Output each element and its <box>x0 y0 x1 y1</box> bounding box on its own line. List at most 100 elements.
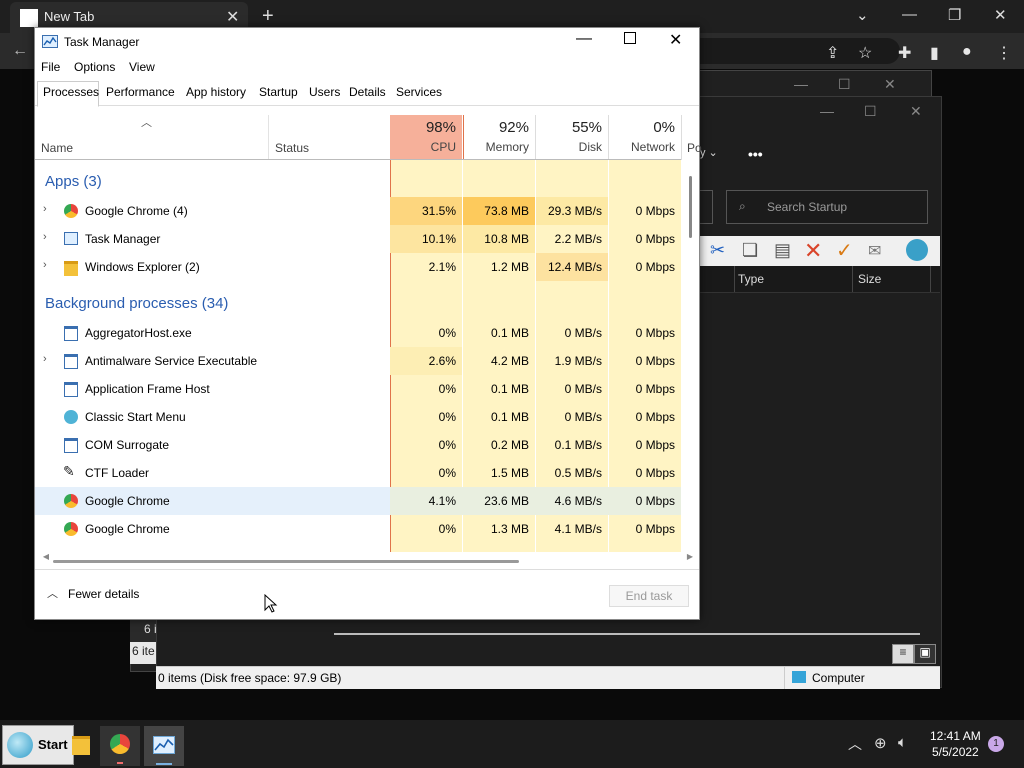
process-row-selected[interactable]: Google Chrome 4.1% 23.6 MB 4.6 MB/s 0 Mb… <box>35 487 681 515</box>
more-options-icon[interactable]: ••• <box>748 146 763 162</box>
end-task-button[interactable]: End task <box>609 585 689 607</box>
tab-search-icon[interactable]: ⌄ <box>856 6 869 24</box>
browser-restore-button[interactable]: ❐ <box>948 6 961 24</box>
tab-details[interactable]: Details <box>349 85 386 99</box>
profile-icon[interactable]: ● <box>962 43 972 61</box>
scroll-right-icon[interactable]: ▶ <box>685 552 695 561</box>
new-tab-button[interactable]: + <box>262 5 274 28</box>
tab-app-history[interactable]: App history <box>186 85 246 99</box>
shell-icon[interactable] <box>906 239 928 261</box>
refresh-button[interactable] <box>700 190 713 224</box>
column-memory[interactable]: 92% Memory <box>463 115 536 160</box>
disk-label: Disk <box>578 140 602 154</box>
tab-processes[interactable]: Processes <box>43 85 99 99</box>
process-cpu: 0% <box>438 438 456 452</box>
menu-options[interactable]: Options <box>74 60 115 74</box>
paste-icon[interactable]: ▤ <box>774 240 791 261</box>
status-text: 0 items (Disk free space: 97.9 GB) <box>158 671 342 685</box>
chevron-up-icon[interactable]: ︿ <box>47 585 58 601</box>
tab-services[interactable]: Services <box>396 85 442 99</box>
side-panel-icon[interactable]: ▮ <box>930 43 939 63</box>
sort-dropdown[interactable]: y ⌄ <box>700 146 718 159</box>
chrome-icon <box>64 204 78 218</box>
bookmark-star-icon[interactable]: ☆ <box>858 43 872 63</box>
process-row[interactable]: › Windows Explorer (2) 2.1% 1.2 MB 12.4 … <box>35 253 681 281</box>
explorer-search-input[interactable]: ⌕ Search Startup <box>726 190 928 224</box>
explorer-close-icon[interactable]: ✕ <box>910 103 922 120</box>
expand-chevron-icon[interactable]: › <box>43 231 47 243</box>
large-icons-view-icon[interactable]: ▣ <box>914 644 936 664</box>
details-view-icon[interactable]: ≡ <box>892 644 914 664</box>
process-row[interactable]: › Task Manager 10.1% 10.8 MB 2.2 MB/s 0 … <box>35 225 681 253</box>
rename-check-icon[interactable]: ✓ <box>836 238 853 263</box>
column-cpu[interactable]: 98% CPU <box>390 115 462 160</box>
process-row[interactable]: › Antimalware Service Executable 2.6% 4.… <box>35 347 681 375</box>
email-icon[interactable]: ✉ <box>868 241 881 261</box>
explorer-maximize-icon[interactable]: ☐ <box>864 103 877 120</box>
process-network: 0 Mbps <box>635 522 675 536</box>
start-button[interactable]: Start <box>2 725 74 765</box>
browser-minimize-button[interactable]: — <box>902 6 917 23</box>
column-status[interactable]: Status <box>275 141 309 155</box>
process-row[interactable]: Classic Start Menu 0% 0.1 MB 0 MB/s 0 Mb… <box>35 403 681 431</box>
delete-icon[interactable]: ✕ <box>804 238 822 264</box>
expand-chevron-icon[interactable]: › <box>43 259 47 271</box>
process-name: Classic Start Menu <box>85 410 186 424</box>
volume-icon[interactable]: 🔈︎ <box>898 734 907 751</box>
process-row[interactable]: Application Frame Host 0% 0.1 MB 0 MB/s … <box>35 375 681 403</box>
location-text: Computer <box>812 671 865 685</box>
clock-date[interactable]: 5/5/2022 <box>932 745 979 759</box>
browser-close-button[interactable]: ✕ <box>994 6 1007 24</box>
sort-arrow-icon[interactable]: ︿ <box>141 114 152 130</box>
menu-view[interactable]: View <box>129 60 155 74</box>
start-shell-icon <box>7 732 33 758</box>
column-disk[interactable]: 55% Disk <box>536 115 609 160</box>
column-network[interactable]: 0% Network <box>609 115 682 160</box>
column-size[interactable]: Size <box>858 272 881 286</box>
process-row[interactable]: Google Chrome 0% 1.3 MB 4.1 MB/s 0 Mbps <box>35 515 681 543</box>
explorer-minimize-icon[interactable]: — <box>820 103 834 119</box>
column-power[interactable]: Po <box>687 141 702 155</box>
process-cpu: 0% <box>438 382 456 396</box>
cut-icon[interactable]: ✂ <box>710 240 725 261</box>
chrome-menu-icon[interactable]: ⋮ <box>996 43 1012 63</box>
process-row[interactable]: COM Surrogate 0% 0.2 MB 0.1 MB/s 0 Mbps <box>35 431 681 459</box>
taskbar-explorer-icon[interactable] <box>72 736 90 755</box>
tab-startup[interactable]: Startup <box>259 85 298 99</box>
task-manager-icon <box>42 35 58 48</box>
process-row[interactable]: AggregatorHost.exe 0% 0.1 MB 0 MB/s 0 Mb… <box>35 319 681 347</box>
tab-users[interactable]: Users <box>309 85 340 99</box>
share-icon[interactable]: ⇪ <box>826 43 839 63</box>
column-name[interactable]: Name <box>41 141 73 155</box>
copy-icon[interactable]: ❏ <box>742 240 758 261</box>
process-row[interactable]: › Google Chrome (4) 31.5% 73.8 MB 29.3 M… <box>35 197 681 225</box>
tab-close-icon[interactable]: ✕ <box>226 7 239 27</box>
process-name: Antimalware Service Executable <box>85 354 258 368</box>
clock-time[interactable]: 12:41 AM <box>930 729 981 743</box>
expand-chevron-icon[interactable]: › <box>43 353 47 365</box>
explorer-horizontal-scrollbar[interactable] <box>334 633 920 635</box>
show-hidden-icons-chevron[interactable]: ︿ <box>848 734 862 754</box>
menu-file[interactable]: File <box>41 60 60 74</box>
fewer-details-button[interactable]: Fewer details <box>68 587 139 601</box>
horizontal-scrollbar[interactable] <box>53 560 519 563</box>
taskbar-task-manager-button[interactable] <box>144 726 184 766</box>
close-button[interactable]: ✕ <box>669 30 682 50</box>
back-arrow-icon[interactable]: ← <box>12 42 28 60</box>
explorer-back-maximize-icon[interactable]: ☐ <box>838 76 851 93</box>
column-type[interactable]: Type <box>738 272 764 286</box>
tab-performance[interactable]: Performance <box>106 85 175 99</box>
notification-badge[interactable]: 1 <box>988 736 1004 752</box>
minimize-button[interactable]: — <box>576 30 592 48</box>
explorer-back-minimize-icon[interactable]: — <box>794 76 808 92</box>
explorer-back-close-icon[interactable]: ✕ <box>884 76 896 93</box>
process-network: 0 Mbps <box>635 260 675 274</box>
network-globe-icon[interactable]: ⊕ <box>874 734 887 752</box>
expand-chevron-icon[interactable]: › <box>43 203 47 215</box>
maximize-button[interactable] <box>624 32 636 44</box>
scroll-left-icon[interactable]: ◀ <box>41 552 51 561</box>
extensions-icon[interactable]: ✚ <box>898 43 911 63</box>
taskbar-chrome-button[interactable] <box>100 726 140 766</box>
process-row[interactable]: ✎ CTF Loader 0% 1.5 MB 0.5 MB/s 0 Mbps <box>35 459 681 487</box>
vertical-scrollbar[interactable] <box>689 176 692 238</box>
